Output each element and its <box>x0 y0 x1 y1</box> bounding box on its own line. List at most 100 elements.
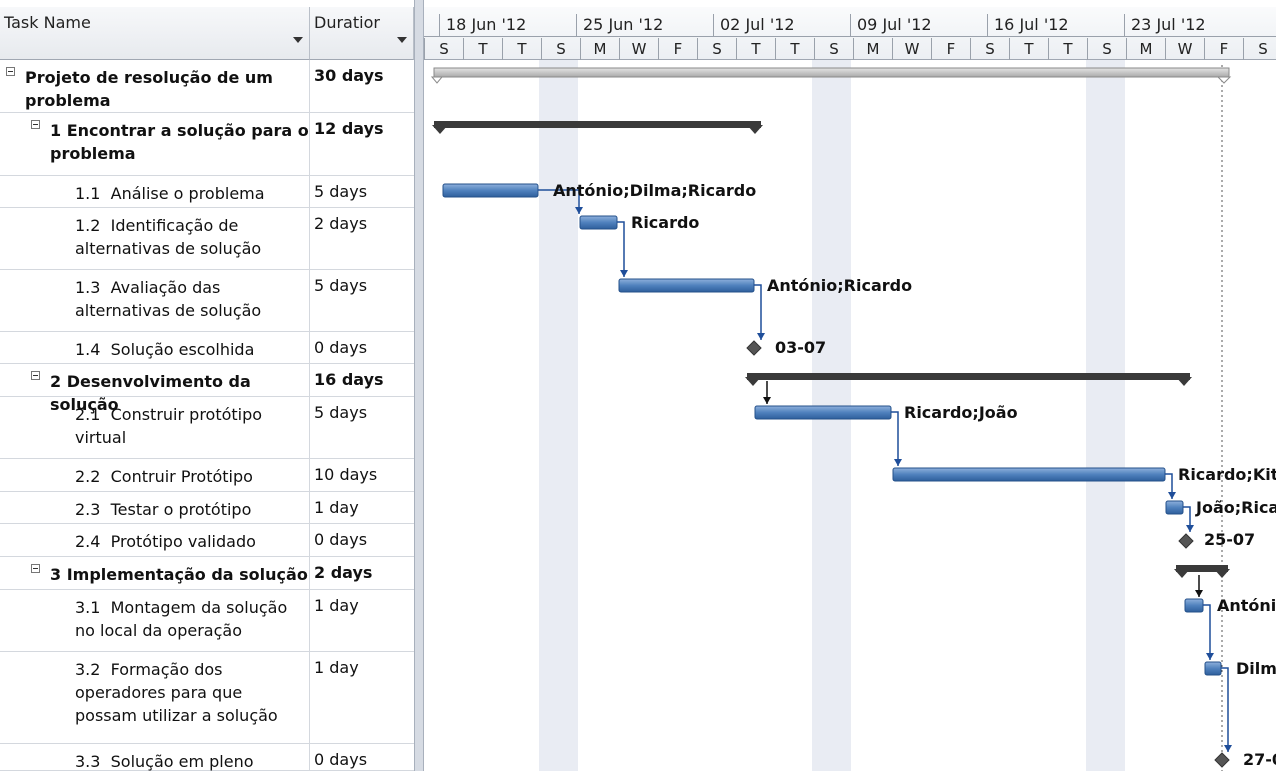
task-name: 1.3 Avaliação das alternativas de soluçã… <box>75 278 262 320</box>
task-bar-2-3 <box>1165 500 1184 515</box>
collapse-icon[interactable] <box>6 67 15 76</box>
collapse-icon[interactable] <box>31 371 40 380</box>
task-name: 3 Implementação da solução <box>50 565 308 584</box>
summary-bar-2-end-marker <box>1176 377 1192 386</box>
table-row[interactable]: 1.3 Avaliação das alternativas de soluçã… <box>0 270 414 332</box>
task-name-cell[interactable]: Projeto de resolução de um problema <box>0 60 310 112</box>
table-row[interactable]: 3 Implementação da solução 2 days <box>0 557 414 590</box>
task-bar-3-1 <box>1184 598 1204 613</box>
table-row[interactable]: 3.2 Formação dos operadores para que pos… <box>0 652 414 744</box>
gantt-bar-label: António;Ricardo <box>767 276 913 295</box>
table-row[interactable]: 1.2 Identificação de alternativas de sol… <box>0 208 414 270</box>
link-3-2-to-3-3-arrow <box>1224 745 1232 752</box>
task-name: 3.3 Solução em pleno <box>75 752 254 771</box>
gantt-bar-label: 25-07 <box>1204 530 1256 549</box>
table-row[interactable]: 1 Encontrar a solução para o problema 12 … <box>0 113 414 176</box>
task-name: 3.2 Formação dos operadores para que pos… <box>75 660 278 725</box>
summary-bar-3-start-marker <box>1174 569 1190 578</box>
gantt-bar-label: Ricardo;Kit <box>1178 465 1276 484</box>
table-row[interactable]: 2.2 Contruir Protótipo 10 days <box>0 459 414 492</box>
column-header-duration-label: Duratior <box>314 13 380 32</box>
task-name: Projeto de resolução de um problema <box>25 68 273 110</box>
gantt-bar-label: João;Ricar <box>1196 498 1276 517</box>
task-name: 2.4 Protótipo validado <box>75 532 256 551</box>
task-name: 1.4 Solução escolhida <box>75 340 255 359</box>
task-name-cell[interactable]: 2.4 Protótipo validado <box>0 524 310 556</box>
task-name-cell[interactable]: 1 Encontrar a solução para o problema <box>0 113 310 175</box>
link-1-3-to-1-4-arrow <box>757 333 765 340</box>
link-1-2-to-1-3 <box>617 221 625 277</box>
duration-cell[interactable]: 0 days <box>310 524 414 556</box>
table-row[interactable]: Projeto de resolução de um problema 30 da… <box>0 60 414 113</box>
column-header-task-name[interactable]: Task Name <box>0 7 310 60</box>
task-bar-2-1 <box>754 405 892 420</box>
task-name-cell[interactable]: 2 Desenvolvimento da solução <box>0 364 310 414</box>
task-name-cell[interactable]: 2.2 Contruir Protótipo <box>0 459 310 491</box>
link-1-3-to-1-4 <box>754 284 762 340</box>
collapse-icon[interactable] <box>31 564 40 573</box>
table-row[interactable]: 2.4 Protótipo validado 0 days <box>0 524 414 557</box>
table-row[interactable]: 2 Desenvolvimento da solução 16 days <box>0 364 414 414</box>
summary-bar-1-start-marker <box>432 125 448 134</box>
task-name-cell[interactable]: 3.2 Formação dos operadores para que pos… <box>0 652 310 743</box>
task-name-cell[interactable]: 3 Implementação da solução <box>0 557 310 589</box>
duration-cell[interactable]: 1 day <box>310 652 414 743</box>
task-name: 2.2 Contruir Protótipo <box>75 467 253 486</box>
table-row[interactable]: 3.3 Solução em pleno 0 days <box>0 744 414 771</box>
duration-cell[interactable]: 1 day <box>310 492 414 523</box>
gantt-bar-label: Ricardo;João <box>904 403 1018 422</box>
link-summary2-to-2-1-arrow <box>763 397 771 404</box>
task-name-cell[interactable]: 3.3 Solução em pleno <box>0 744 310 771</box>
task-name-cell[interactable]: 3.1 Montagem da solução no local da oper… <box>0 590 310 651</box>
duration-cell[interactable]: 5 days <box>310 270 414 331</box>
duration-cell[interactable]: 30 days <box>310 60 414 112</box>
duration-cell[interactable]: 5 days <box>310 397 414 458</box>
collapse-icon[interactable] <box>31 120 40 129</box>
link-2-3-to-2-4-arrow <box>1186 525 1194 532</box>
duration-cell[interactable]: 2 days <box>310 557 414 589</box>
gantt-bar-label: António;Dilma;Ricardo <box>553 181 757 200</box>
duration-cell[interactable]: 2 days <box>310 208 414 269</box>
task-name-cell[interactable]: 1.2 Identificação de alternativas de sol… <box>0 208 310 269</box>
table-row[interactable]: 3.1 Montagem da solução no local da oper… <box>0 590 414 652</box>
task-name: 1 Encontrar a solução para o problema <box>50 121 309 163</box>
gantt-bar-label: 03-07 <box>775 338 827 357</box>
task-name-cell[interactable]: 1.4 Solução escolhida <box>0 332 310 363</box>
link-2-1-to-2-2 <box>891 411 899 466</box>
summary-bar-3-end-marker <box>1214 569 1230 578</box>
table-row[interactable]: 1.1 Análise o problema 5 days <box>0 176 414 208</box>
duration-cell[interactable]: 0 days <box>310 744 414 770</box>
link-2-2-to-2-3-arrow <box>1168 492 1176 499</box>
link-1-2-to-1-3-arrow <box>620 270 628 277</box>
pane-splitter[interactable] <box>414 0 424 771</box>
milestone-2-4 <box>1178 533 1194 549</box>
chevron-down-icon[interactable] <box>293 37 303 43</box>
task-name-cell[interactable]: 1.1 Análise o problema <box>0 176 310 207</box>
summary-bar-2-start-marker <box>745 377 761 386</box>
duration-cell[interactable]: 0 days <box>310 332 414 363</box>
project-summary-bar <box>433 67 1230 78</box>
chevron-down-icon[interactable] <box>397 37 407 43</box>
task-bar-2-2 <box>892 467 1166 482</box>
column-header-duration[interactable]: Duratior <box>310 7 414 60</box>
task-name-cell[interactable]: 2.3 Testar o protótipo <box>0 492 310 523</box>
duration-cell[interactable]: 10 days <box>310 459 414 491</box>
duration-cell[interactable]: 1 day <box>310 590 414 651</box>
gantt-bars <box>430 65 1232 771</box>
duration-cell[interactable]: 12 days <box>310 113 414 175</box>
table-row[interactable]: 2.1 Construir protótipo virtual 5 days <box>0 397 414 459</box>
task-name-cell[interactable]: 2.1 Construir protótipo virtual <box>0 397 310 458</box>
link-3-1-to-3-2-arrow <box>1206 653 1214 660</box>
task-name-cell[interactable]: 1.3 Avaliação das alternativas de soluçã… <box>0 270 310 331</box>
link-3-1-to-3-2 <box>1203 604 1211 660</box>
task-bar-1-1 <box>442 183 539 198</box>
duration-cell[interactable]: 16 days <box>310 364 414 396</box>
link-summary3-to-3-1-arrow <box>1195 590 1203 597</box>
link-2-1-to-2-2-arrow <box>894 459 902 466</box>
task-name: 1.1 Análise o problema <box>75 184 265 203</box>
task-bar-1-3 <box>618 278 755 293</box>
duration-cell[interactable]: 5 days <box>310 176 414 207</box>
table-row[interactable]: 2.3 Testar o protótipo 1 day <box>0 492 414 524</box>
table-row[interactable]: 1.4 Solução escolhida 0 days <box>0 332 414 364</box>
gantt-bar-label: Dilma <box>1236 659 1276 678</box>
